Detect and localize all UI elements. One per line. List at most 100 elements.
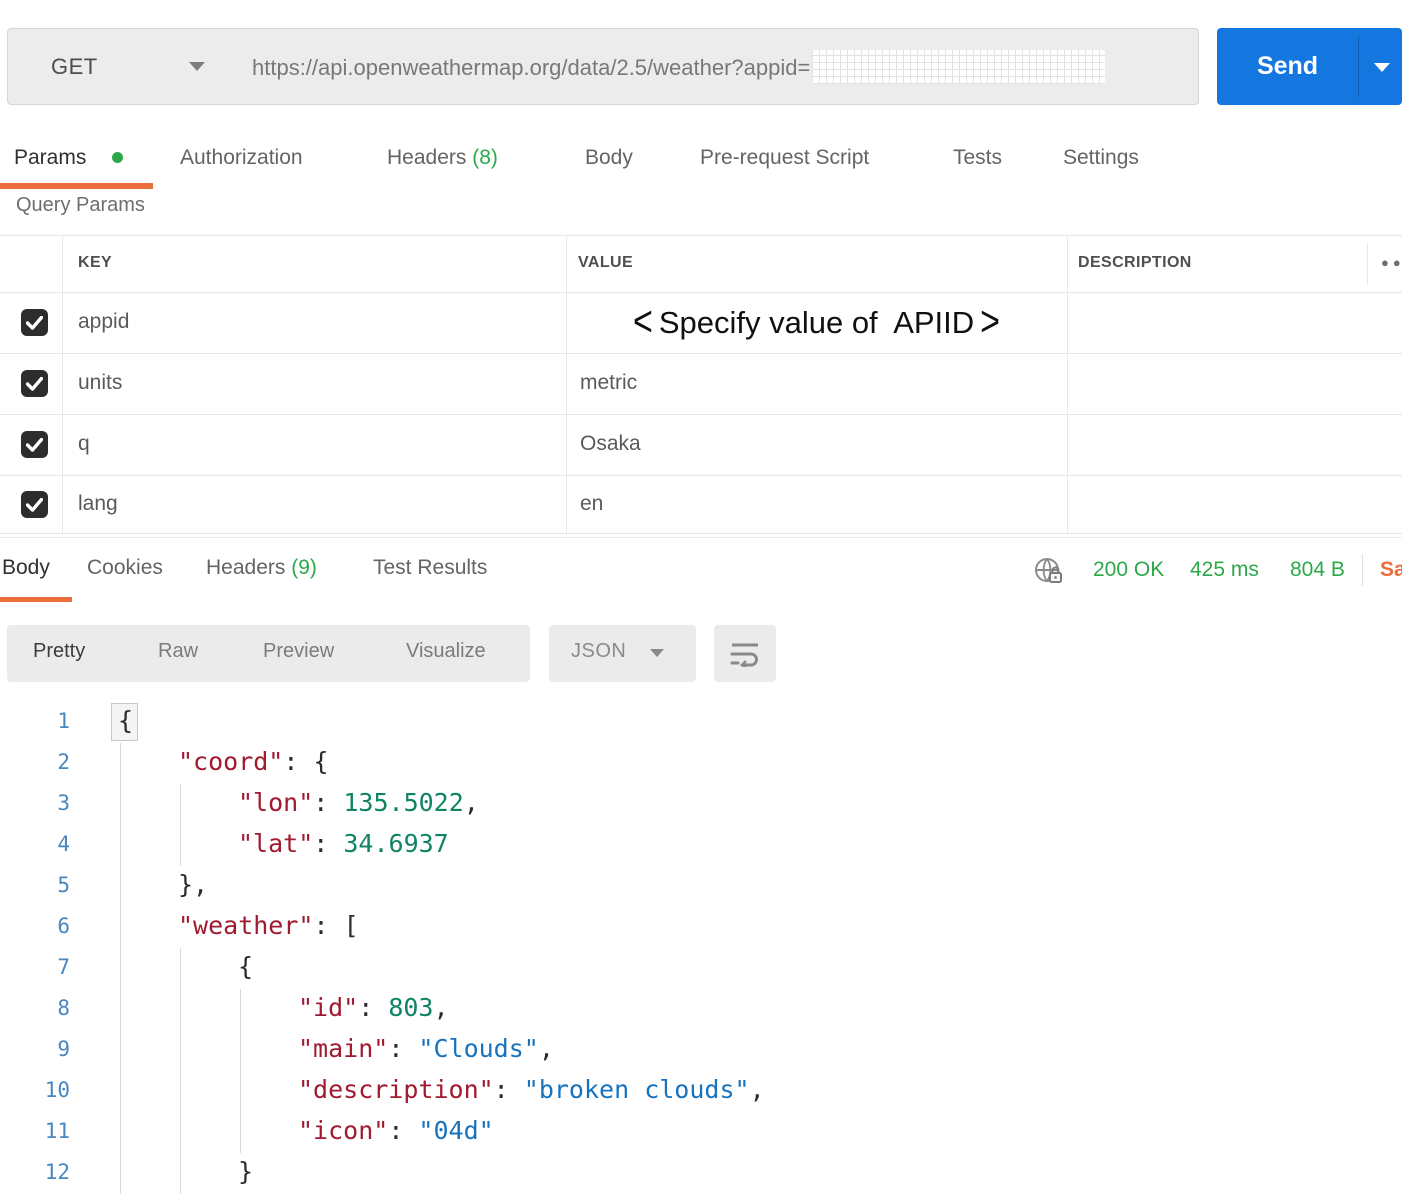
row-checkbox[interactable]	[21, 309, 48, 336]
code-text: "main": "Clouds",	[298, 1034, 554, 1063]
language-dropdown[interactable]: JSON	[549, 625, 696, 682]
code-line: 11 "icon": "04d"	[0, 1112, 1402, 1153]
url-input[interactable]: https://api.openweathermap.org/data/2.5/…	[227, 28, 1199, 105]
param-value[interactable]: en	[580, 492, 603, 516]
row-checkbox[interactable]	[21, 370, 48, 397]
close-angle-bracket: >	[980, 298, 1001, 346]
response-size-badge: 804 B	[1290, 558, 1345, 581]
table-border	[0, 235, 1402, 236]
tab-authorization[interactable]: Authorization	[180, 146, 303, 170]
code-text: "lat": 34.6937	[238, 829, 449, 858]
response-tab-cookies[interactable]: Cookies	[87, 556, 163, 580]
secure-connection-globe-lock-icon[interactable]	[1033, 556, 1065, 588]
code-line: 12}	[0, 1153, 1402, 1194]
viewer-tab-raw[interactable]: Raw	[158, 640, 198, 663]
response-tab-headers[interactable]: Headers (9)	[206, 556, 317, 580]
code-line: 5},	[0, 866, 1402, 907]
code-text: {	[238, 952, 254, 981]
code-text: },	[178, 870, 209, 899]
param-key[interactable]: lang	[78, 492, 118, 516]
method-label: GET	[51, 53, 98, 79]
table-column-divider	[1367, 243, 1368, 285]
headers-count-badge: (8)	[472, 146, 498, 169]
viewer-tab-visualize[interactable]: Visualize	[406, 640, 486, 663]
wrap-lines-button[interactable]	[714, 625, 776, 682]
redacted-api-key	[812, 49, 1106, 84]
code-text: "description": "broken clouds",	[298, 1075, 765, 1104]
code-line: 1{	[0, 702, 1402, 743]
table-column-divider	[1067, 235, 1068, 533]
response-tab-body[interactable]: Body	[2, 556, 50, 580]
line-number: 10	[44, 1078, 70, 1102]
response-view-switcher: Pretty Raw Preview Visualize	[7, 625, 530, 682]
param-value-annotation[interactable]: < Specify value of APIID >	[566, 292, 1067, 353]
tab-body[interactable]: Body	[585, 146, 633, 170]
code-text: }	[238, 1157, 254, 1186]
tab-params[interactable]: Params	[14, 146, 123, 170]
bulk-edit-menu-icon[interactable]: ●●●	[1381, 255, 1402, 270]
line-number: 9	[57, 1037, 70, 1061]
row-checkbox[interactable]	[21, 431, 48, 458]
send-button-label: Send	[1256, 52, 1319, 80]
response-body-code: 1{ 2 "coord": { 3 "lon": 135.5022, 4 "lat": 34…	[0, 700, 1402, 1195]
code-line: 3 "lon": 135.5022,	[0, 784, 1402, 825]
send-options-caret-icon[interactable]	[1374, 63, 1390, 72]
table-border	[0, 414, 1402, 415]
query-params-heading: Query Params	[16, 194, 145, 216]
checkbox-checked-icon	[21, 431, 48, 458]
url-text: https://api.openweathermap.org/data/2.5/…	[252, 49, 1106, 84]
row-checkbox[interactable]	[21, 491, 48, 518]
viewer-tab-preview[interactable]: Preview	[263, 640, 334, 663]
tab-tests[interactable]: Tests	[953, 146, 1002, 170]
chevron-down-icon	[650, 649, 664, 657]
param-key[interactable]: units	[78, 371, 122, 395]
code-line: 8 "id": 803,	[0, 989, 1402, 1030]
line-number: 3	[57, 791, 70, 815]
response-headers-count-badge: (9)	[291, 556, 317, 579]
response-time-badge: 425 ms	[1190, 558, 1259, 581]
language-dropdown-label: JSON	[571, 640, 627, 662]
line-number: 12	[44, 1160, 70, 1184]
param-value[interactable]: Osaka	[580, 432, 641, 456]
tab-headers[interactable]: Headers (8)	[387, 146, 498, 170]
line-number: 8	[57, 996, 70, 1020]
active-response-tab-underline	[0, 597, 72, 602]
code-text: "lon": 135.5022,	[238, 788, 479, 817]
open-angle-bracket: <	[632, 298, 653, 346]
param-key[interactable]: appid	[78, 310, 129, 334]
viewer-tab-pretty[interactable]: Pretty	[33, 640, 85, 663]
code-text: "coord": {	[178, 747, 329, 776]
save-response-link[interactable]: Sa	[1380, 558, 1402, 582]
tab-pre-request-script[interactable]: Pre-request Script	[700, 146, 869, 170]
send-button[interactable]: Send	[1217, 28, 1402, 105]
line-number: 4	[57, 832, 70, 856]
send-button-divider	[1358, 36, 1359, 97]
checkbox-checked-icon	[21, 491, 48, 518]
param-key[interactable]: q	[78, 432, 90, 456]
line-number: 2	[57, 750, 70, 774]
table-border	[0, 475, 1402, 476]
param-value[interactable]: metric	[580, 371, 637, 395]
code-line: 6 "weather": [	[0, 907, 1402, 948]
tab-settings[interactable]: Settings	[1063, 146, 1139, 170]
status-badge: 200 OK	[1093, 558, 1165, 581]
code-line: 10 "description": "broken clouds",	[0, 1071, 1402, 1112]
table-border	[0, 353, 1402, 354]
line-number: 6	[57, 914, 70, 938]
column-header-description: DESCRIPTION	[1078, 254, 1192, 271]
code-text: "id": 803,	[298, 993, 449, 1022]
response-tab-test-results[interactable]: Test Results	[373, 556, 487, 580]
wrap-lines-icon	[730, 643, 758, 667]
line-number: 11	[44, 1119, 70, 1143]
postman-request-view: GET https://api.openweathermap.org/data/…	[0, 0, 1402, 1195]
section-divider	[0, 537, 1402, 538]
line-number: 7	[57, 955, 70, 979]
method-dropdown[interactable]: GET	[7, 28, 228, 105]
column-header-value: VALUE	[578, 254, 634, 271]
table-border	[0, 533, 1402, 534]
chevron-down-icon	[189, 62, 205, 71]
table-column-divider	[566, 235, 567, 533]
code-line: 7{	[0, 948, 1402, 989]
code-line: 4 "lat": 34.6937	[0, 825, 1402, 866]
code-text: {	[118, 706, 134, 735]
